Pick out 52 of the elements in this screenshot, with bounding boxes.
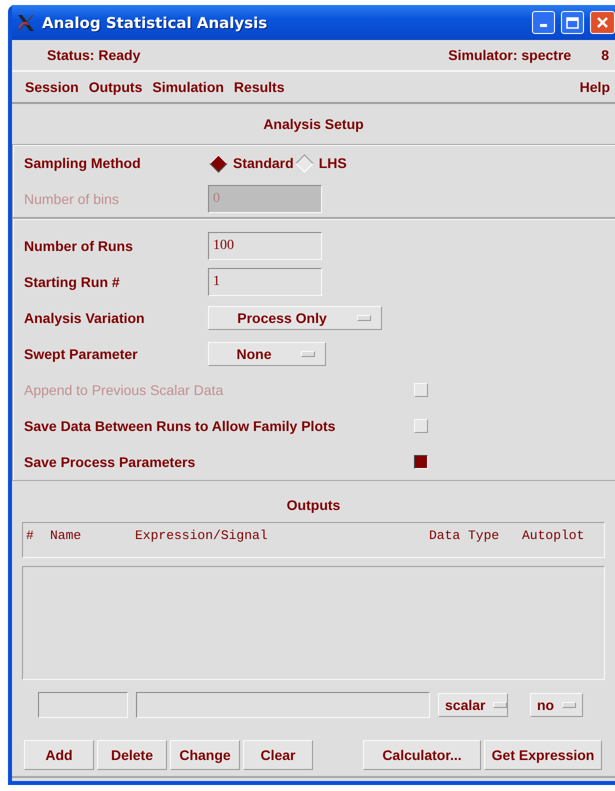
input-field[interactable]: 1	[208, 268, 322, 296]
section-heading: Analysis Setup	[263, 116, 364, 132]
input-field[interactable]: 100	[208, 232, 322, 260]
menu-item[interactable]: Session	[20, 79, 84, 95]
radio-button[interactable]: Standard	[208, 155, 294, 171]
field-label: Analysis Variation	[24, 310, 146, 326]
column-header: #	[26, 528, 35, 543]
cycle-icon	[357, 315, 371, 321]
cycle-icon	[493, 702, 508, 708]
session-number: 8	[601, 47, 609, 63]
minimize-button[interactable]	[532, 11, 555, 34]
field-label: Sampling Method	[24, 155, 142, 171]
menu-item[interactable]: Outputs	[84, 79, 148, 95]
action-button[interactable]: Clear	[243, 740, 313, 770]
section-heading: Outputs	[286, 496, 340, 512]
field-label: Starting Run #	[24, 274, 121, 290]
close-button[interactable]	[590, 11, 615, 34]
action-button[interactable]: Delete	[97, 740, 167, 770]
column-header: Autoplot	[522, 528, 586, 543]
radio-button[interactable]: LHS	[294, 155, 347, 171]
action-button[interactable]: Calculator...	[363, 740, 481, 770]
field-label: Save Data Between Runs to Allow Family Plots	[24, 418, 336, 434]
help-menu[interactable]: Help	[574, 79, 615, 95]
field-label: Number of bins	[24, 191, 120, 207]
field-label: Number of Runs	[24, 238, 134, 254]
maximize-icon	[566, 16, 579, 28]
column-header: Name	[50, 528, 82, 543]
name-field[interactable]	[38, 692, 128, 718]
maximize-button[interactable]	[561, 11, 584, 34]
action-button[interactable]: Add	[24, 740, 94, 770]
field-label: Append to Previous Scalar Data	[24, 382, 224, 398]
cycle-icon	[562, 702, 576, 708]
menu-item[interactable]: Simulation	[147, 79, 229, 95]
autoplot-dropdown[interactable]: no	[530, 693, 583, 717]
dropdown-button[interactable]: Process Only	[208, 306, 382, 330]
menu-item[interactable]: Results	[228, 79, 290, 95]
data-type-dropdown[interactable]: scalar	[438, 693, 508, 717]
x-logo-icon	[16, 12, 36, 32]
status-text: Status: Ready	[47, 47, 140, 63]
simulator-text: Simulator: spectre	[448, 47, 572, 63]
action-button[interactable]: Change	[170, 740, 240, 770]
action-button[interactable]: Get Expression	[484, 740, 602, 770]
window-title: Analog Statistical Analysis	[42, 14, 268, 32]
field-label: Save Process Parameters	[24, 454, 196, 470]
close-icon	[596, 16, 609, 29]
column-header: Expression/Signal	[135, 528, 269, 543]
checkbox[interactable]	[414, 455, 428, 469]
cycle-icon	[301, 351, 315, 357]
column-header: Data Type	[429, 528, 500, 543]
expression-field[interactable]	[136, 692, 430, 718]
field-label: Swept Parameter	[24, 346, 139, 362]
dropdown-button[interactable]: None	[208, 342, 326, 366]
